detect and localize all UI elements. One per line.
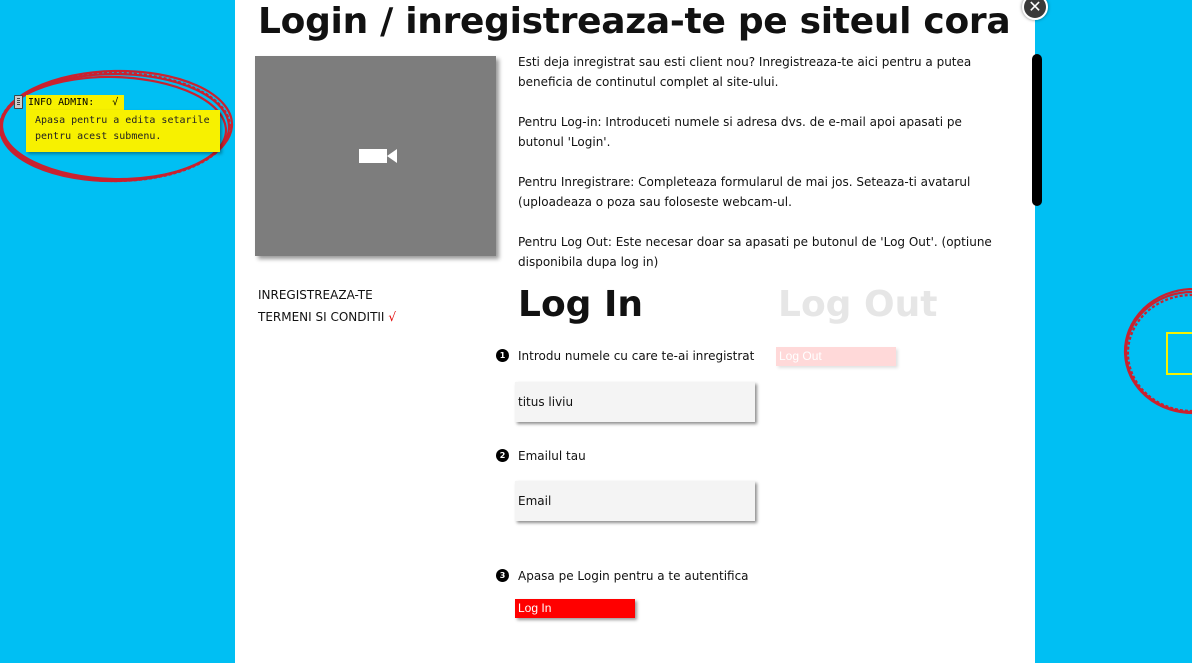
name-input[interactable] <box>515 382 755 422</box>
side-links: INREGISTREAZA-TE TERMENI SI CONDITII √ <box>258 284 396 328</box>
step-number-icon: 2 <box>496 449 509 462</box>
login-button[interactable]: Log In <box>515 599 635 618</box>
intro-paragraph: Pentru Log-in: Introduceti numele si adr… <box>518 115 962 149</box>
video-camera-icon <box>359 149 397 163</box>
login-modal: Login / inregistreaza-te pe siteul cora … <box>235 0 1035 663</box>
intro-paragraph: Esti deja inregistrat sau esti client no… <box>518 55 972 89</box>
admin-drag-handle-icon[interactable] <box>14 95 23 109</box>
admin-info-tab[interactable]: INFO ADMIN: √ <box>26 95 124 110</box>
page-title: Login / inregistreaza-te pe siteul cora <box>258 1 1011 42</box>
scrollbar[interactable] <box>1032 54 1042 206</box>
check-icon: √ <box>388 310 396 324</box>
register-link[interactable]: INREGISTREAZA-TE <box>258 284 396 306</box>
step-number-icon: 1 <box>496 349 509 362</box>
admin-tooltip: Apasa pentru a edita setarile pentru ace… <box>26 110 220 152</box>
webcam-video-preview[interactable] <box>255 56 496 256</box>
intro-text: Esti deja inregistrat sau esti client no… <box>518 52 1010 292</box>
admin-edit-box[interactable] <box>1166 332 1192 375</box>
step-label: Emailul tau <box>518 449 586 463</box>
logout-heading: Log Out <box>778 284 938 325</box>
step-number-icon: 3 <box>496 569 509 582</box>
admin-tooltip-line: Apasa pentru a edita setarile <box>35 115 210 126</box>
email-input[interactable] <box>515 481 755 521</box>
terms-link[interactable]: TERMENI SI CONDITII √ <box>258 306 396 328</box>
logout-button[interactable]: Log Out <box>776 347 896 366</box>
terms-link-label[interactable]: TERMENI SI CONDITII <box>258 310 384 324</box>
login-heading: Log In <box>518 284 643 325</box>
close-icon[interactable]: ✕ <box>1022 0 1048 20</box>
step-label: Introdu numele cu care te-ai inregistrat <box>518 349 755 363</box>
step-label: Apasa pe Login pentru a te autentifica <box>518 569 749 583</box>
intro-paragraph: Pentru Inregistrare: Completeaza formula… <box>518 175 971 209</box>
admin-tooltip-line: pentru acest submenu. <box>35 131 162 142</box>
intro-paragraph: Pentru Log Out: Este necesar doar sa apa… <box>518 235 992 269</box>
